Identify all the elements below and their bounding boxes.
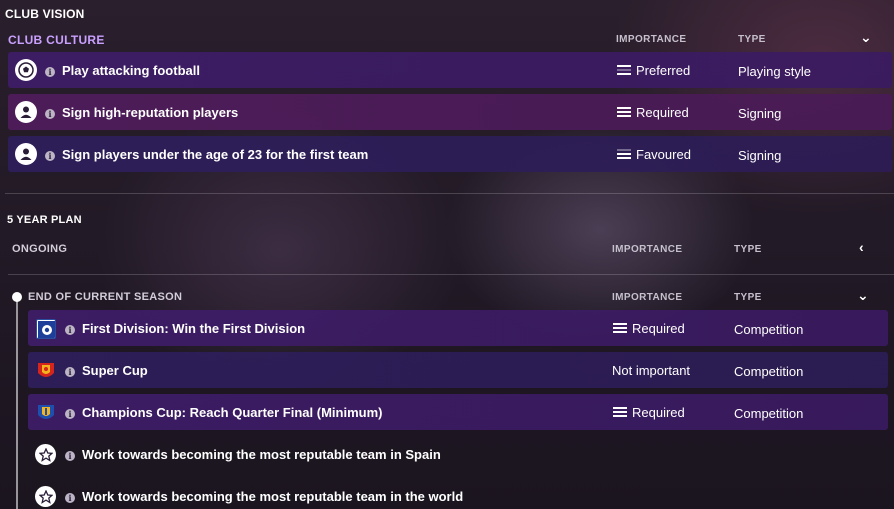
importance-required-icon (613, 323, 627, 337)
season-row-label: Super Cup (82, 363, 148, 378)
culture-row-type: Signing (738, 148, 782, 163)
culture-row-importance: Required (636, 105, 689, 120)
season-row-label: Champions Cup: Reach Quarter Final (Mini… (82, 405, 383, 420)
ongoing-type-header[interactable]: TYPE (734, 244, 762, 255)
culture-row-label: Sign high-reputation players (62, 105, 239, 120)
culture-row-under-23[interactable]: i Sign players under the age of 23 for t… (8, 136, 892, 172)
info-icon[interactable]: i (65, 451, 75, 461)
club-culture-title: CLUB CULTURE (8, 33, 105, 47)
timeline-line (16, 300, 18, 509)
info-icon[interactable]: i (45, 109, 55, 119)
season-row-importance: Required (632, 321, 685, 336)
season-row-super-cup[interactable]: i Super Cup Not important Competition (28, 352, 888, 388)
five-year-plan-title: 5 YEAR PLAN (7, 214, 82, 226)
culture-row-importance: Favoured (636, 147, 691, 162)
ongoing-importance-header[interactable]: IMPORTANCE (612, 244, 682, 255)
football-icon (15, 59, 37, 81)
info-icon[interactable]: i (65, 325, 75, 335)
season-row-importance: Not important (612, 363, 691, 378)
info-icon[interactable]: i (45, 151, 55, 161)
end-of-season-title[interactable]: END OF CURRENT SEASON (28, 291, 182, 303)
season-row-type: Competition (734, 322, 804, 337)
ongoing-divider (8, 274, 894, 275)
first-division-icon (36, 319, 56, 339)
culture-type-header[interactable]: TYPE (738, 34, 766, 45)
club-vision-title: CLUB VISION (5, 7, 85, 21)
champions-cup-icon (36, 403, 56, 423)
info-icon[interactable]: i (45, 67, 55, 77)
person-icon (15, 143, 37, 165)
ongoing-expand-chevron-icon[interactable]: ‹ (859, 240, 864, 254)
culture-row-label: Sign players under the age of 23 for the… (62, 147, 369, 162)
season-row-importance: Required (632, 405, 685, 420)
season-collapse-chevron-icon[interactable]: ⌄ (857, 288, 869, 302)
culture-row-label: Play attacking football (62, 63, 200, 78)
ongoing-title[interactable]: ONGOING (12, 243, 67, 255)
season-row-type: Competition (734, 406, 804, 421)
star-icon (35, 444, 56, 465)
season-row-label: Work towards becoming the most reputable… (82, 447, 441, 462)
culture-row-high-reputation[interactable]: i Sign high-reputation players Required … (8, 94, 892, 130)
importance-required-icon (617, 107, 631, 121)
culture-row-importance: Preferred (636, 63, 691, 78)
super-cup-icon (36, 361, 56, 381)
culture-importance-header[interactable]: IMPORTANCE (616, 34, 686, 45)
importance-preferred-icon (617, 65, 631, 79)
season-row-reputable-world[interactable]: i Work towards becoming the most reputab… (28, 478, 888, 509)
importance-required-icon (613, 407, 627, 421)
culture-row-type: Signing (738, 106, 782, 121)
culture-row-attacking-football[interactable]: i Play attacking football Preferred Play… (8, 52, 892, 88)
season-row-label: Work towards becoming the most reputable… (82, 489, 464, 504)
star-icon (35, 486, 56, 507)
info-icon[interactable]: i (65, 493, 75, 503)
section-divider (5, 193, 894, 194)
season-row-label: First Division: Win the First Division (82, 321, 306, 336)
info-icon[interactable]: i (65, 409, 75, 419)
season-row-first-division[interactable]: i First Division: Win the First Division… (28, 310, 888, 346)
person-icon (15, 101, 37, 123)
season-importance-header[interactable]: IMPORTANCE (612, 292, 682, 303)
season-type-header[interactable]: TYPE (734, 292, 762, 303)
info-icon[interactable]: i (65, 367, 75, 377)
season-row-champions-cup[interactable]: i Champions Cup: Reach Quarter Final (Mi… (28, 394, 888, 430)
season-row-reputable-spain[interactable]: i Work towards becoming the most reputab… (28, 436, 888, 472)
culture-row-type: Playing style (738, 64, 811, 79)
culture-collapse-chevron-icon[interactable]: ⌄ (860, 30, 872, 44)
importance-favoured-icon (617, 149, 631, 163)
season-row-type: Competition (734, 364, 804, 379)
